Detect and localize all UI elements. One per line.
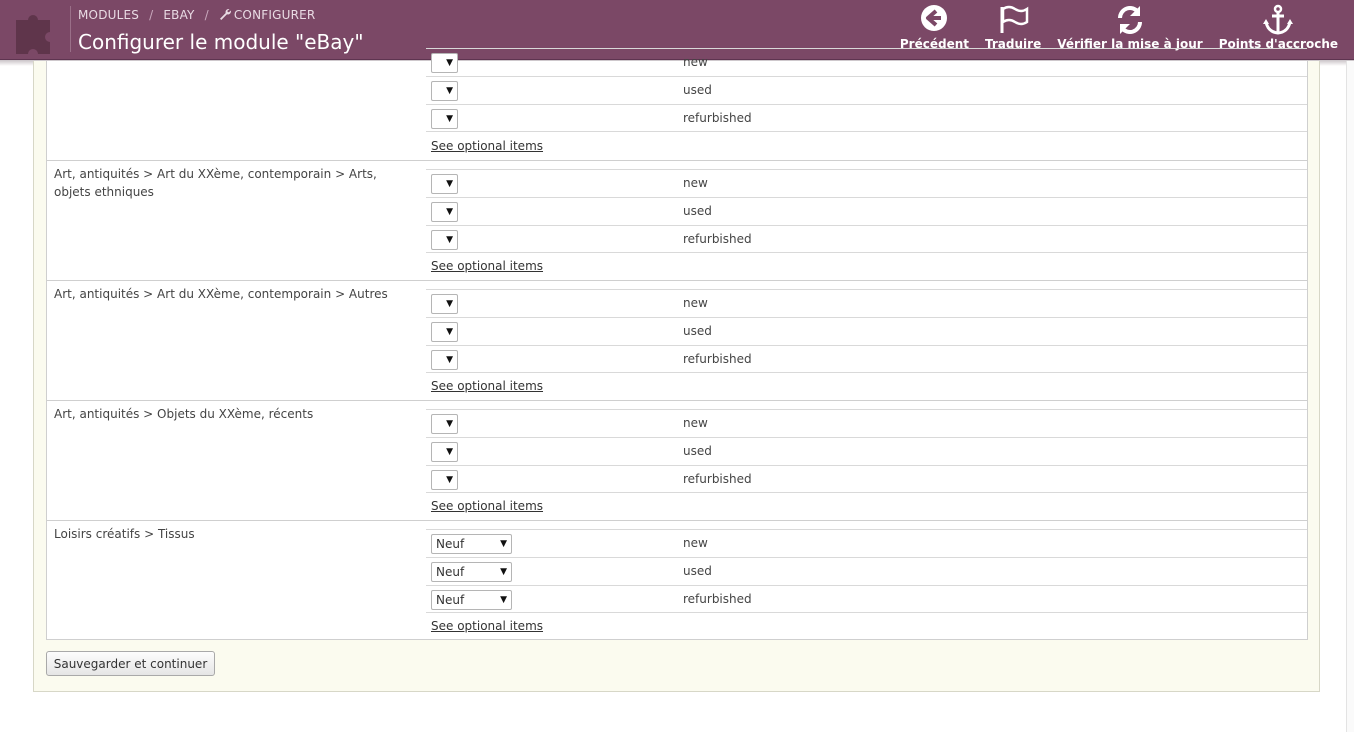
condition-row: ▼ refurbished (426, 225, 1307, 253)
condition-row: ▼ used (426, 76, 1307, 104)
chevron-down-icon: ▼ (446, 327, 453, 337)
refresh-icon (1117, 6, 1142, 34)
category-row: Art, antiquités > Objets du XXème, récen… (47, 401, 1307, 521)
see-optional-items-link[interactable]: See optional items (431, 139, 543, 153)
chevron-down-icon: ▼ (446, 299, 453, 309)
condition-name: new (683, 176, 708, 190)
breadcrumb-modules[interactable]: MODULES (78, 8, 139, 22)
see-optional-items-link[interactable]: See optional items (431, 619, 543, 633)
chevron-down-icon: ▼ (500, 595, 507, 605)
breadcrumb-configurer: CONFIGURER (219, 8, 316, 22)
category-label: Art, antiquités > Art du XXème, contempo… (54, 167, 377, 199)
condition-select[interactable]: ▼ (431, 53, 458, 73)
category-label: Art, antiquités > Art du XXème, contempo… (54, 287, 388, 301)
condition-row: Neuf ▼ new (426, 529, 1307, 557)
category-row: Art, antiquités > Art du XXème, contempo… (47, 281, 1307, 401)
condition-name: refurbished (683, 352, 752, 366)
config-panel: ▼ new ▼ used ▼ refurbished See optional … (33, 48, 1320, 692)
save-and-continue-button[interactable]: Sauvegarder et continuer (46, 651, 215, 676)
category-row: Art, antiquités > Art du XXème, contempo… (47, 161, 1307, 281)
condition-select-value: Neuf (436, 593, 465, 607)
condition-row: ▼ refurbished (426, 345, 1307, 373)
condition-row: ▼ used (426, 437, 1307, 465)
condition-name: used (683, 204, 712, 218)
condition-select[interactable]: ▼ (431, 322, 458, 342)
chevron-down-icon: ▼ (446, 475, 453, 485)
condition-row: ▼ used (426, 317, 1307, 345)
breadcrumb: MODULES / EBAY / CONFIGURER (78, 8, 315, 22)
condition-name: new (683, 416, 708, 430)
chevron-down-icon: ▼ (446, 86, 453, 96)
condition-name: used (683, 444, 712, 458)
condition-row: ▼ used (426, 197, 1307, 225)
condition-name: new (683, 296, 708, 310)
condition-select[interactable]: ▼ (431, 109, 458, 129)
condition-select[interactable]: ▼ (431, 414, 458, 434)
breadcrumb-ebay[interactable]: EBAY (163, 8, 194, 22)
condition-row: ▼ new (426, 289, 1307, 317)
condition-select[interactable]: ▼ (431, 442, 458, 462)
category-row: Loisirs créatifs > Tissus Neuf ▼ new Neuf… (47, 521, 1307, 640)
condition-row: ▼ new (426, 169, 1307, 197)
condition-name: refurbished (683, 232, 752, 246)
condition-row: Neuf ▼ refurbished (426, 585, 1307, 613)
condition-name: new (683, 536, 708, 550)
breadcrumb-separator: / (149, 8, 154, 22)
condition-select[interactable]: ▼ (431, 202, 458, 222)
condition-select[interactable]: ▼ (431, 294, 458, 314)
category-label: Art, antiquités > Objets du XXème, récen… (54, 407, 314, 421)
condition-select[interactable]: Neuf ▼ (431, 590, 512, 610)
condition-row: ▼ new (426, 409, 1307, 437)
see-optional-items-link[interactable]: See optional items (431, 499, 543, 513)
condition-name: used (683, 83, 712, 97)
condition-select-value: Neuf (436, 565, 465, 579)
condition-select[interactable]: Neuf ▼ (431, 534, 512, 554)
condition-row: ▼ refurbished (426, 104, 1307, 132)
condition-name: used (683, 324, 712, 338)
anchor-icon (1263, 4, 1294, 35)
chevron-down-icon: ▼ (500, 539, 507, 549)
condition-row: ▼ new (426, 48, 1307, 76)
category-condition-table: ▼ new ▼ used ▼ refurbished See optional … (46, 48, 1308, 640)
scrollbar[interactable] (1346, 61, 1354, 732)
condition-select[interactable]: Neuf ▼ (431, 562, 512, 582)
chevron-down-icon: ▼ (500, 567, 507, 577)
condition-name: new (683, 55, 708, 69)
category-label: Loisirs créatifs > Tissus (54, 527, 195, 541)
condition-select[interactable]: ▼ (431, 174, 458, 194)
category-row: ▼ new ▼ used ▼ refurbished See optional … (47, 40, 1307, 161)
wrench-icon (219, 9, 231, 20)
see-optional-items-link[interactable]: See optional items (431, 379, 543, 393)
chevron-down-icon: ▼ (446, 235, 453, 245)
condition-name: refurbished (683, 592, 752, 606)
condition-select-value: Neuf (436, 537, 465, 551)
breadcrumb-separator: / (204, 8, 209, 22)
chevron-down-icon: ▼ (446, 58, 453, 68)
chevron-down-icon: ▼ (446, 447, 453, 457)
condition-name: used (683, 564, 712, 578)
chevron-down-icon: ▼ (446, 419, 453, 429)
back-circle-icon (921, 5, 948, 31)
condition-name: refurbished (683, 472, 752, 486)
chevron-down-icon: ▼ (446, 207, 453, 217)
chevron-down-icon: ▼ (446, 355, 453, 365)
condition-select[interactable]: ▼ (431, 470, 458, 490)
chevron-down-icon: ▼ (446, 179, 453, 189)
condition-select[interactable]: ▼ (431, 230, 458, 250)
condition-select[interactable]: ▼ (431, 350, 458, 370)
condition-row: ▼ refurbished (426, 465, 1307, 493)
breadcrumb-configurer-label: CONFIGURER (233, 8, 316, 22)
flag-icon (1000, 5, 1029, 33)
condition-row: Neuf ▼ used (426, 557, 1307, 585)
see-optional-items-link[interactable]: See optional items (431, 259, 543, 273)
condition-name: refurbished (683, 111, 752, 125)
condition-select[interactable]: ▼ (431, 81, 458, 101)
chevron-down-icon: ▼ (446, 114, 453, 124)
